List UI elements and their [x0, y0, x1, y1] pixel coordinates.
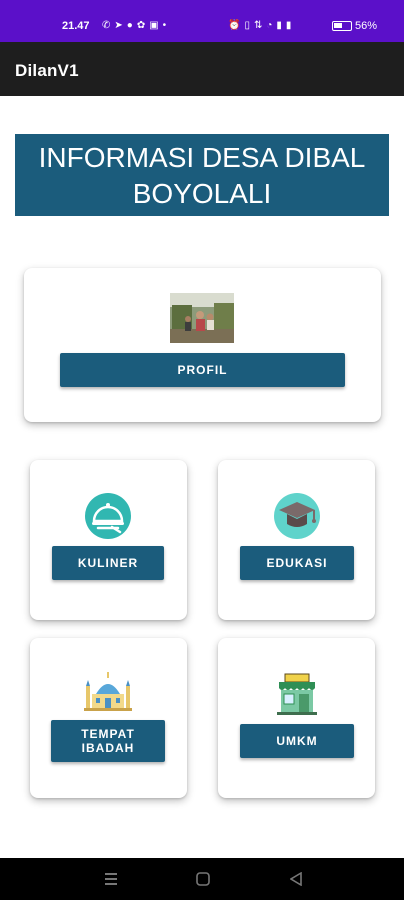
recent-apps-icon[interactable] [100, 868, 122, 890]
system-navigation-bar [0, 858, 404, 900]
banner-line-2: BOYOLALI [132, 178, 272, 209]
umkm-card[interactable]: UMKM [218, 638, 375, 798]
status-bar: 21.47 ✆ ➤ ● ✿ ▣ • ⏰ ▯ ⇅ ◔ ▮ ▮ 56% [0, 0, 404, 42]
graduation-cap-icon [273, 492, 321, 540]
alarm-icon: ⏰ [228, 20, 241, 31]
battery-percent: 56% [355, 20, 378, 32]
whatsapp-icon: ✆ [102, 20, 111, 31]
umkm-button[interactable]: UMKM [240, 724, 354, 758]
food-tray-icon [84, 492, 132, 540]
village-photo [170, 293, 234, 343]
status-time: 21.47 [62, 20, 90, 32]
battery-indicator: 56% [332, 20, 377, 32]
banner-line-1: INFORMASI DESA DIBAL [38, 142, 366, 173]
battery-icon [332, 21, 352, 31]
shop-icon [275, 672, 323, 720]
edukasi-button[interactable]: EDUKASI [240, 546, 354, 580]
profil-card[interactable]: PROFIL [24, 268, 381, 422]
app-bar: DilanV1 [0, 42, 404, 96]
mosque-icon [84, 668, 132, 716]
messenger-icon: ● [126, 20, 133, 31]
more-dot-icon: • [162, 20, 167, 31]
system-icons: ⏰ ▯ ⇅ ◔ ▮ ▮ [228, 20, 291, 31]
bus-icon: ▣ [149, 20, 159, 31]
home-icon[interactable] [192, 868, 214, 890]
telegram-icon: ➤ [114, 20, 123, 31]
banner-title: INFORMASI DESA DIBAL BOYOLALI [15, 134, 389, 216]
tempat-ibadah-card[interactable]: TEMPAT IBADAH [30, 638, 187, 798]
profil-button[interactable]: PROFIL [60, 353, 345, 387]
signal-icon: ▮ [276, 20, 282, 31]
data-speed-icon: ⇅ [253, 20, 263, 31]
app-icon: ✿ [136, 20, 146, 31]
kuliner-card[interactable]: KULINER [30, 460, 187, 620]
signal-icon-2: ▮ [285, 20, 292, 31]
wifi-icon: ◔ [266, 20, 273, 31]
app-title: DilanV1 [15, 61, 79, 80]
tempat-ibadah-button[interactable]: TEMPAT IBADAH [51, 720, 165, 762]
notification-icons: ✆ ➤ ● ✿ ▣ • [102, 20, 166, 31]
kuliner-button[interactable]: KULINER [52, 546, 164, 580]
edukasi-card[interactable]: EDUKASI [218, 460, 375, 620]
vibrate-icon: ▯ [244, 20, 250, 31]
back-icon[interactable] [285, 868, 307, 890]
